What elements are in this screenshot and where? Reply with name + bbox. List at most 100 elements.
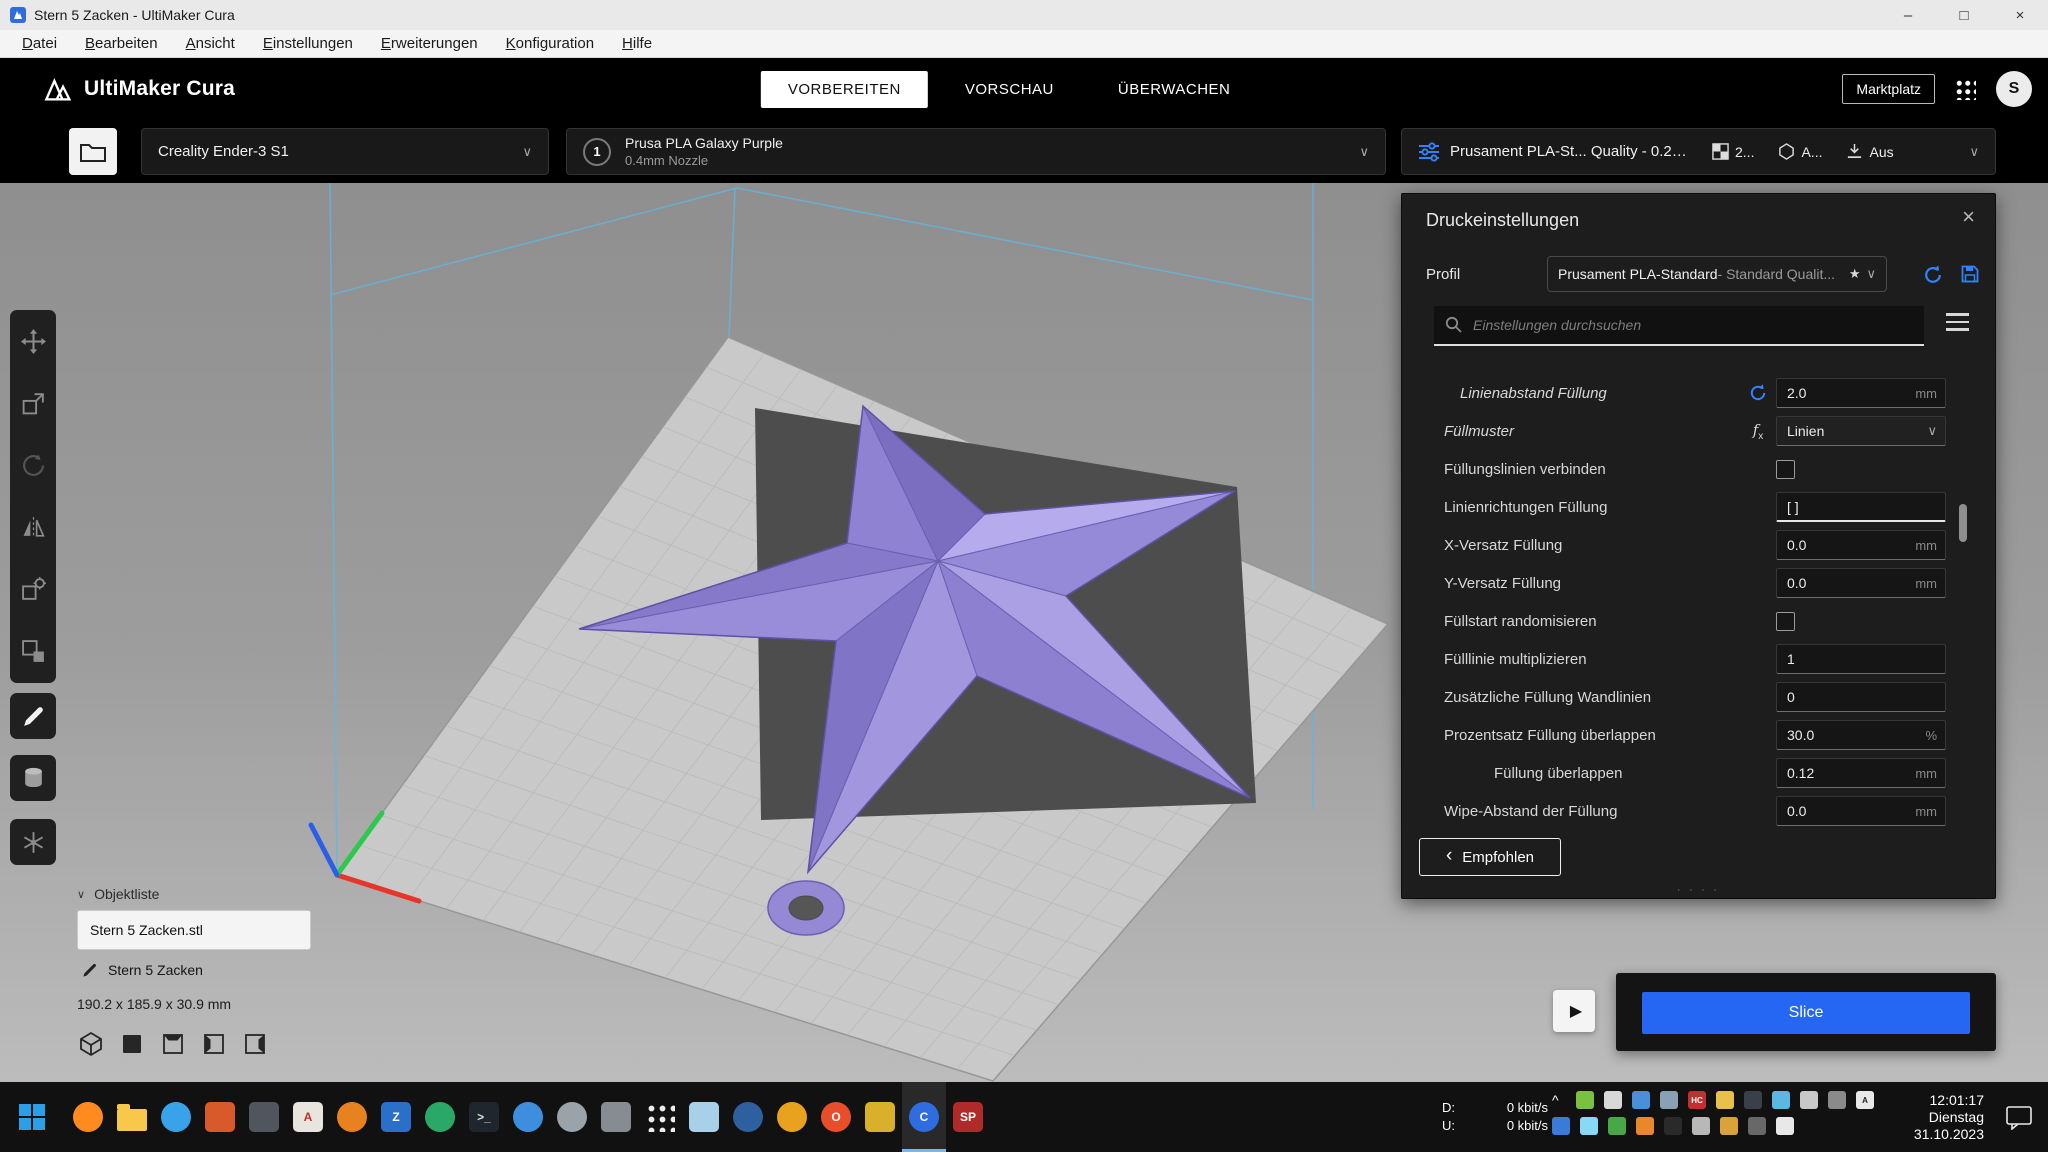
tray-icon[interactable]: A	[1856, 1091, 1874, 1109]
tray-icon[interactable]	[1632, 1091, 1650, 1109]
setting-input[interactable]: 1	[1776, 644, 1946, 674]
tray-icon[interactable]	[1692, 1117, 1710, 1135]
scale-tool[interactable]	[10, 380, 56, 426]
tray-icon[interactable]	[1772, 1091, 1790, 1109]
minimize-button[interactable]: –	[1880, 0, 1936, 30]
setting-input[interactable]: 0.0mm	[1776, 568, 1946, 598]
settings-menu-icon[interactable]	[1946, 313, 1969, 331]
taskbar-app-app-dot-grid[interactable]	[638, 1082, 682, 1152]
taskbar-app-app-badge[interactable]	[858, 1082, 902, 1152]
setting-dropdown[interactable]: Linien∨	[1776, 416, 1946, 446]
marketplace-button[interactable]: Marktplatz	[1842, 74, 1935, 104]
profile-reset-icon[interactable]	[1922, 264, 1944, 291]
taskbar-clock[interactable]: 12:01:17 Dienstag 31.10.2023	[1892, 1092, 1984, 1143]
profile-dropdown[interactable]: Prusament PLA-Standard - Standard Qualit…	[1547, 256, 1887, 292]
taskbar-app-app-gray[interactable]	[594, 1082, 638, 1152]
notification-center-icon[interactable]	[2006, 1106, 2032, 1135]
view-front-icon[interactable]	[118, 1030, 146, 1058]
tab-vorbereiten[interactable]: VORBEREITEN	[761, 71, 928, 108]
taskbar-app-app-z-blue[interactable]: Z	[374, 1082, 418, 1152]
tray-icon[interactable]	[1636, 1117, 1654, 1135]
setting-input[interactable]: [ ]	[1776, 492, 1946, 522]
apps-grid-icon[interactable]	[1955, 79, 1976, 100]
mirror-tool[interactable]	[10, 505, 56, 551]
eraser-tool[interactable]	[10, 755, 56, 801]
tray-icon[interactable]	[1664, 1117, 1682, 1135]
per-model-settings-tool[interactable]	[10, 567, 56, 613]
menu-item-bearbeiten[interactable]: Bearbeiten	[71, 30, 172, 58]
tray-icon[interactable]	[1720, 1117, 1738, 1135]
tab-überwachen[interactable]: ÜBERWACHEN	[1091, 71, 1258, 108]
move-tool[interactable]	[10, 318, 56, 364]
taskbar-app-app-gold[interactable]	[770, 1082, 814, 1152]
tray-icon[interactable]: HC	[1688, 1091, 1706, 1109]
setting-checkbox[interactable]	[1776, 612, 1795, 631]
setting-input[interactable]: 0	[1776, 682, 1946, 712]
tray-expand-icon[interactable]: ^	[1552, 1092, 1566, 1108]
material-selector[interactable]: 1 Prusa PLA Galaxy Purple 0.4mm Nozzle ∨	[566, 128, 1386, 175]
setting-input[interactable]: 30.0%	[1776, 720, 1946, 750]
menu-item-erweiterungen[interactable]: Erweiterungen	[367, 30, 492, 58]
slice-button[interactable]: Slice	[1642, 992, 1970, 1034]
taskbar-app-app-orange[interactable]	[198, 1082, 242, 1152]
tray-icon[interactable]	[1716, 1091, 1734, 1109]
taskbar-app-app-dark[interactable]	[242, 1082, 286, 1152]
account-avatar[interactable]: S	[1996, 71, 2032, 107]
taskbar-app-app-red-ring[interactable]: O	[814, 1082, 858, 1152]
menu-item-datei[interactable]: Datei	[8, 30, 71, 58]
taskbar-app-app-sp-red[interactable]: SP	[946, 1082, 990, 1152]
tab-vorschau[interactable]: VORSCHAU	[938, 71, 1081, 108]
tray-icon[interactable]	[1828, 1091, 1846, 1109]
tray-icon[interactable]	[1580, 1117, 1598, 1135]
tray-icon[interactable]	[1604, 1091, 1622, 1109]
taskbar-app-app-gray-circle[interactable]	[550, 1082, 594, 1152]
setting-input[interactable]: 2.0mm	[1776, 378, 1946, 408]
open-file-button[interactable]	[69, 128, 117, 175]
close-icon[interactable]: ×	[1962, 204, 1975, 230]
taskbar-app-file-explorer[interactable]	[110, 1082, 154, 1152]
play-button[interactable]: ▶	[1553, 990, 1595, 1032]
view-top-icon[interactable]	[159, 1030, 187, 1058]
marker-tool[interactable]	[10, 693, 56, 739]
start-button[interactable]	[0, 1082, 64, 1152]
panel-resize-handle[interactable]: ∙ ∙ ∙ ∙	[1677, 884, 1719, 896]
taskbar-app-app-a-red[interactable]: A	[286, 1082, 330, 1152]
revert-setting-icon[interactable]	[1748, 383, 1768, 403]
taskbar-app-cura[interactable]: C	[902, 1082, 946, 1152]
view-right-icon[interactable]	[241, 1030, 269, 1058]
menu-item-einstellungen[interactable]: Einstellungen	[249, 30, 367, 58]
settings-scrollbar[interactable]	[1959, 504, 1967, 542]
setting-input[interactable]: 0.0mm	[1776, 796, 1946, 826]
close-button[interactable]: ×	[1992, 0, 2048, 30]
object-list-header[interactable]: ∨ Objektliste	[77, 886, 159, 902]
tray-icon[interactable]	[1576, 1091, 1594, 1109]
settings-search-input[interactable]	[1473, 317, 1914, 333]
view-3d-icon[interactable]	[77, 1030, 105, 1058]
taskbar-app-browser-firefox[interactable]	[66, 1082, 110, 1152]
menu-item-konfiguration[interactable]: Konfiguration	[492, 30, 608, 58]
tray-icon[interactable]	[1660, 1091, 1678, 1109]
taskbar-app-app-lightblue[interactable]	[682, 1082, 726, 1152]
maximize-button[interactable]: □	[1936, 0, 1992, 30]
tray-icon[interactable]	[1552, 1117, 1570, 1135]
printer-selector[interactable]: Creality Ender-3 S1 ∨	[141, 128, 549, 175]
support-blocker-tool[interactable]	[10, 629, 56, 675]
tray-icon[interactable]	[1744, 1091, 1762, 1109]
taskbar-app-app-green[interactable]	[418, 1082, 462, 1152]
profile-save-icon[interactable]	[1960, 264, 1980, 289]
menu-item-ansicht[interactable]: Ansicht	[172, 30, 249, 58]
taskbar-app-app-blue-circle[interactable]	[506, 1082, 550, 1152]
taskbar-app-app-navy[interactable]	[726, 1082, 770, 1152]
object-list-panel[interactable]: Stern 5 Zacken.stl	[77, 910, 311, 950]
taskbar-app-app-orange-circle[interactable]	[330, 1082, 374, 1152]
tray-icon[interactable]	[1608, 1117, 1626, 1135]
menu-item-hilfe[interactable]: Hilfe	[608, 30, 666, 58]
setting-input[interactable]: 0.12mm	[1776, 758, 1946, 788]
taskbar-app-terminal[interactable]: >_	[462, 1082, 506, 1152]
setting-checkbox[interactable]	[1776, 460, 1795, 479]
tray-icon[interactable]	[1776, 1117, 1794, 1135]
tray-icon[interactable]	[1800, 1091, 1818, 1109]
setting-input[interactable]: 0.0mm	[1776, 530, 1946, 560]
rotate-tool[interactable]	[10, 442, 56, 488]
taskbar-app-browser-edge[interactable]	[154, 1082, 198, 1152]
